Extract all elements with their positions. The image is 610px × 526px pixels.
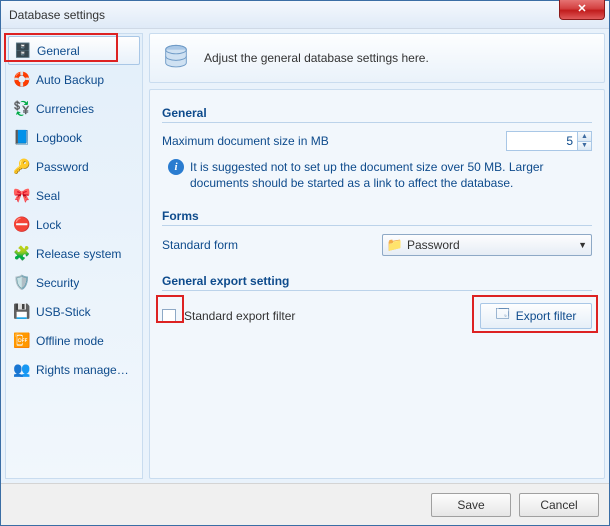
filter-icon: 🗔: [496, 305, 510, 327]
hint-text: It is suggested not to set up the docume…: [190, 159, 588, 191]
window-controls: ✕: [559, 1, 609, 28]
row-standard-form: Standard form 📁 Password ▼: [162, 234, 592, 256]
sidebar-item-label: Logbook: [36, 131, 82, 145]
sidebar-item-lock[interactable]: ⛔ Lock: [8, 210, 140, 239]
currencies-icon: 💱: [14, 101, 30, 117]
database-settings-window: Database settings ✕ 🗄️ General 🛟 Auto Backu…: [0, 0, 610, 526]
sidebar-item-seal[interactable]: 🎀 Seal: [8, 181, 140, 210]
export-filter-button-label: Export filter: [516, 309, 577, 323]
password-icon: 🔑: [14, 159, 30, 175]
standard-export-filter-checkbox[interactable]: [162, 309, 176, 323]
sidebar: 🗄️ General 🛟 Auto Backup 💱 Currencies 📘 Logbook…: [5, 33, 143, 479]
sidebar-item-offline-mode[interactable]: 📴 Offline mode: [8, 326, 140, 355]
row-max-doc-size: Maximum document size in MB ▲ ▼: [162, 131, 592, 151]
sidebar-item-label: Lock: [36, 218, 61, 232]
standard-form-value: Password: [407, 238, 578, 252]
logbook-icon: 📘: [14, 130, 30, 146]
titlebar: Database settings ✕: [1, 1, 609, 29]
max-doc-size-label: Maximum document size in MB: [162, 134, 329, 148]
banner: Adjust the general database settings her…: [149, 33, 605, 83]
dialog-footer: Save Cancel: [1, 483, 609, 525]
sidebar-item-logbook[interactable]: 📘 Logbook: [8, 123, 140, 152]
standard-form-dropdown[interactable]: 📁 Password ▼: [382, 234, 592, 256]
max-doc-size-field: ▲ ▼: [506, 131, 592, 151]
sidebar-item-release-system[interactable]: 🧩 Release system: [8, 239, 140, 268]
sidebar-item-label: Auto Backup: [36, 73, 104, 87]
save-button[interactable]: Save: [431, 493, 511, 517]
general-icon: 🗄️: [15, 43, 31, 59]
window-title: Database settings: [9, 8, 105, 22]
lock-icon: ⛔: [14, 217, 30, 233]
sidebar-item-label: Currencies: [36, 102, 94, 116]
section-title-general: General: [162, 106, 592, 123]
section-title-export: General export setting: [162, 274, 592, 291]
offline-mode-icon: 📴: [14, 333, 30, 349]
banner-text: Adjust the general database settings her…: [204, 51, 429, 65]
chevron-down-icon: ▼: [578, 240, 587, 250]
hint-row: i It is suggested not to set up the docu…: [162, 159, 592, 191]
sidebar-item-currencies[interactable]: 💱 Currencies: [8, 94, 140, 123]
auto-backup-icon: 🛟: [14, 72, 30, 88]
sidebar-item-label: Security: [36, 276, 79, 290]
database-icon: [160, 42, 192, 74]
spinner-up[interactable]: ▲: [578, 132, 591, 142]
sidebar-item-label: USB-Stick: [36, 305, 91, 319]
sidebar-item-security[interactable]: 🛡️ Security: [8, 268, 140, 297]
sidebar-item-label: Offline mode: [36, 334, 104, 348]
sidebar-item-general[interactable]: 🗄️ General: [8, 36, 140, 65]
spinner-down[interactable]: ▼: [578, 142, 591, 151]
sidebar-item-rights-management[interactable]: 👥 Rights management: [8, 355, 140, 384]
export-filter-button[interactable]: 🗔 Export filter: [480, 303, 592, 329]
standard-export-filter-label: Standard export filter: [184, 309, 295, 323]
sidebar-item-label: General: [37, 44, 80, 58]
rights-management-icon: 👥: [14, 362, 30, 378]
sidebar-item-usb-stick[interactable]: 💾 USB-Stick: [8, 297, 140, 326]
sidebar-item-label: Release system: [36, 247, 121, 261]
main-area: Adjust the general database settings her…: [149, 33, 605, 479]
seal-icon: 🎀: [14, 188, 30, 204]
folder-icon: 📁: [387, 237, 403, 253]
spinner-buttons: ▲ ▼: [577, 132, 591, 150]
row-export: Standard export filter 🗔 Export filter: [162, 303, 592, 329]
cancel-button[interactable]: Cancel: [519, 493, 599, 517]
standard-form-label: Standard form: [162, 238, 238, 252]
sidebar-item-label: Password: [36, 160, 89, 174]
close-icon: ✕: [577, 4, 586, 15]
info-icon: i: [168, 159, 184, 175]
close-button[interactable]: ✕: [559, 0, 605, 20]
settings-panel: General Maximum document size in MB ▲ ▼ …: [149, 89, 605, 479]
section-title-forms: Forms: [162, 209, 592, 226]
sidebar-item-auto-backup[interactable]: 🛟 Auto Backup: [8, 65, 140, 94]
sidebar-item-label: Seal: [36, 189, 60, 203]
sidebar-item-label: Rights management: [36, 363, 134, 377]
max-doc-size-input[interactable]: [507, 132, 577, 150]
security-icon: 🛡️: [14, 275, 30, 291]
release-system-icon: 🧩: [14, 246, 30, 262]
usb-stick-icon: 💾: [14, 304, 30, 320]
window-body: 🗄️ General 🛟 Auto Backup 💱 Currencies 📘 Logbook…: [1, 29, 609, 483]
sidebar-item-password[interactable]: 🔑 Password: [8, 152, 140, 181]
